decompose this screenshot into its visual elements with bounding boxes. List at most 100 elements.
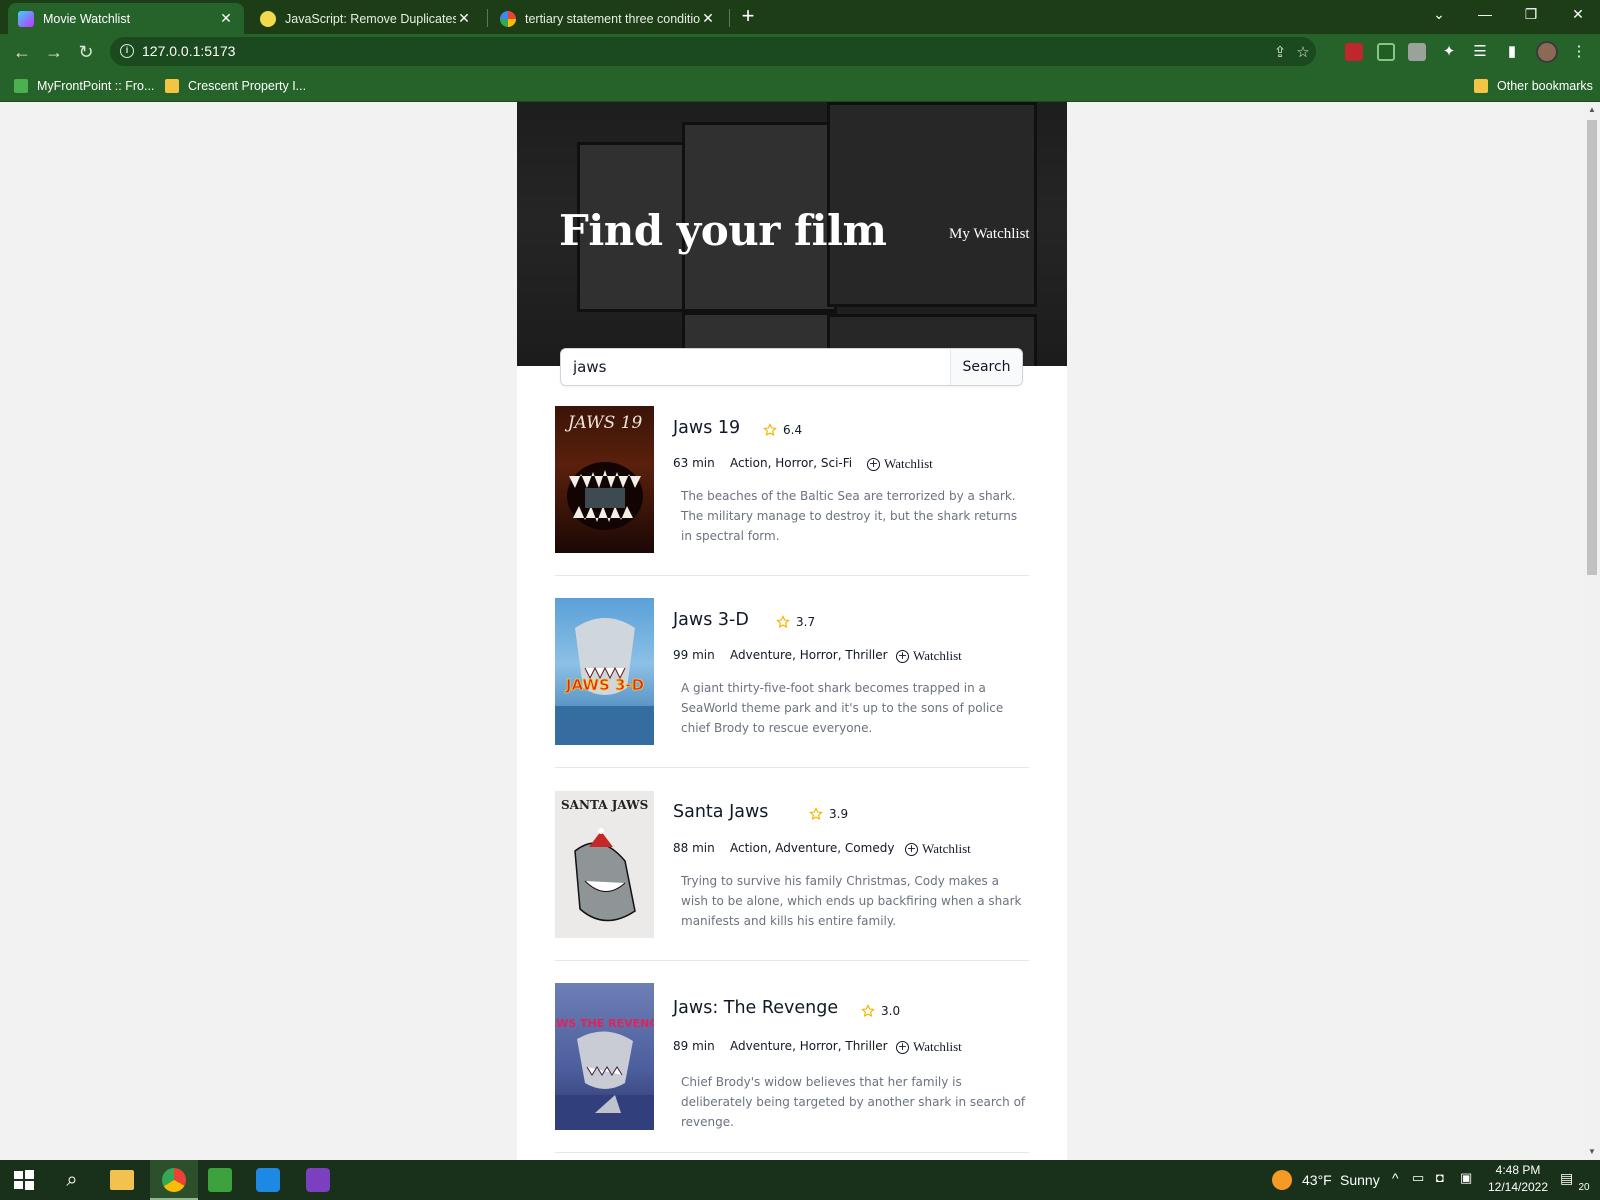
watchlist-button-label: Watchlist xyxy=(913,1039,962,1054)
my-watchlist-link[interactable]: My Watchlist xyxy=(949,226,1030,243)
bookmark-crescent-property[interactable]: Crescent Property I... xyxy=(165,76,306,96)
poster-title: JAWS 19 xyxy=(565,413,643,433)
tab-js-remove-duplicates[interactable]: JavaScript: Remove Duplicates fr ✕ xyxy=(250,3,482,34)
extension-grey-icon[interactable] xyxy=(1408,43,1426,61)
close-tab-icon[interactable]: ✕ xyxy=(218,10,234,27)
add-to-watchlist-button[interactable]: + Watchlist xyxy=(896,1039,962,1055)
movie-card: JAWS 19 Jaws 19 6.4 63 min Action, Horro… xyxy=(555,406,1029,596)
back-icon[interactable]: ← xyxy=(10,40,34,64)
movie-genres: Adventure, Horror, Thriller xyxy=(730,1039,888,1053)
hero-header: Find your film My Watchlist xyxy=(517,102,1067,366)
profile-avatar[interactable] xyxy=(1536,41,1558,63)
movie-title: Jaws: The Revenge xyxy=(673,998,839,1018)
extension-green-icon[interactable] xyxy=(1377,43,1395,61)
movie-card: JAWS 3-D Jaws 3-D 3.7 99 min Adventure, … xyxy=(555,598,1029,788)
tab-title: Movie Watchlist xyxy=(43,11,131,26)
reading-list-icon[interactable]: ☰ xyxy=(1471,43,1489,61)
star-icon xyxy=(776,615,790,629)
scroll-up-icon[interactable]: ▲ xyxy=(1588,106,1596,114)
scroll-down-icon[interactable]: ▼ xyxy=(1588,1148,1596,1156)
meet-icon[interactable]: ◘ xyxy=(1436,1170,1444,1185)
movie-poster: SANTA JAWS xyxy=(555,791,654,938)
add-to-watchlist-button[interactable]: + Watchlist xyxy=(905,841,971,857)
movie-title: Jaws 3-D xyxy=(673,610,749,630)
watchlist-button-label: Watchlist xyxy=(913,648,962,663)
menu-kebab-icon[interactable]: ⋮ xyxy=(1570,43,1588,61)
weather-temperature[interactable]: 43°F xyxy=(1302,1172,1332,1188)
card-divider xyxy=(555,575,1029,576)
page-scrollbar[interactable]: ▲ ▼ xyxy=(1584,102,1600,1160)
app-green-icon[interactable] xyxy=(208,1168,232,1192)
weather-condition[interactable]: Sunny xyxy=(1340,1172,1380,1188)
clock-time[interactable]: 4:48 PM xyxy=(1478,1163,1558,1177)
notification-icon[interactable]: ▤ xyxy=(1560,1170,1573,1187)
windows-start-icon[interactable] xyxy=(12,1168,36,1192)
address-bar[interactable]: i 127.0.0.1:5173 ⇪ ☆ xyxy=(110,37,1316,66)
clock-date[interactable]: 12/14/2022 xyxy=(1478,1180,1558,1194)
google-favicon-icon xyxy=(500,10,516,27)
movie-rating: 6.4 xyxy=(763,423,802,437)
file-explorer-icon[interactable] xyxy=(110,1170,134,1190)
bookmark-star-icon[interactable]: ☆ xyxy=(1294,44,1312,62)
scroll-thumb[interactable] xyxy=(1587,120,1597,575)
tab-separator xyxy=(487,9,488,27)
jaws-revenge-poster-art: JAWS THE REVENGE xyxy=(555,1017,654,1130)
extension-lastpass-icon[interactable] xyxy=(1345,43,1363,61)
bookmark-page-icon xyxy=(165,79,179,93)
movie-plot: A giant thirty-five-foot shark becomes t… xyxy=(681,681,1004,735)
tab-search-icon[interactable]: ⌄ xyxy=(1417,0,1461,30)
jaws-19-poster-art: JAWS 19 xyxy=(565,413,643,530)
search-input[interactable] xyxy=(561,349,950,385)
notification-count: 20 xyxy=(1578,1182,1590,1193)
movie-rating: 3.7 xyxy=(776,615,815,629)
side-panel-icon[interactable]: ▮ xyxy=(1503,43,1521,61)
movie-plot: Chief Brody's widow believes that her fa… xyxy=(681,1075,1026,1129)
reload-icon[interactable]: ↻ xyxy=(74,40,98,64)
network-icon[interactable]: ▭ xyxy=(1412,1170,1424,1186)
other-bookmarks[interactable]: Other bookmarks xyxy=(1474,76,1593,96)
close-tab-icon[interactable]: ✕ xyxy=(700,10,716,27)
minimize-icon[interactable]: — xyxy=(1463,0,1507,30)
extensions-puzzle-icon[interactable]: ✦ xyxy=(1440,43,1458,61)
tab-tertiary-statement[interactable]: tertiary statement three condition ✕ xyxy=(490,3,726,34)
rating-value: 6.4 xyxy=(783,423,803,437)
search-icon[interactable]: ⌕ xyxy=(60,1168,84,1192)
plus-circle-icon: + xyxy=(867,456,880,471)
page-viewport: Find your film My Watchlist Search JAWS … xyxy=(0,102,1584,1160)
add-to-watchlist-button[interactable]: + Watchlist xyxy=(867,456,933,472)
plus-circle-icon: + xyxy=(896,1039,909,1054)
santa-jaws-poster-art: SANTA JAWS xyxy=(561,798,648,922)
movie-rating: 3.0 xyxy=(861,1004,900,1018)
github-desktop-icon[interactable] xyxy=(306,1168,330,1192)
movie-runtime: 88 min xyxy=(673,841,715,855)
new-tab-icon[interactable]: + xyxy=(736,5,760,29)
rating-value: 3.7 xyxy=(796,615,816,629)
vscode-icon[interactable] xyxy=(256,1168,280,1192)
close-tab-icon[interactable]: ✕ xyxy=(456,10,472,27)
chrome-icon[interactable] xyxy=(162,1168,186,1192)
forward-icon[interactable]: → xyxy=(42,40,66,64)
search-bar: Search xyxy=(560,348,1023,386)
tab-title: JavaScript: Remove Duplicates fr xyxy=(285,11,456,26)
watchlist-app: Find your film My Watchlist Search JAWS … xyxy=(517,102,1067,1160)
plus-circle-icon: + xyxy=(905,841,918,856)
display-icon[interactable]: ▣ xyxy=(1460,1170,1472,1186)
add-to-watchlist-button[interactable]: + Watchlist xyxy=(896,648,962,664)
restore-icon[interactable]: ❐ xyxy=(1509,0,1553,30)
search-button[interactable]: Search xyxy=(950,349,1022,385)
tab-movie-watchlist[interactable]: Movie Watchlist ✕ xyxy=(8,3,244,34)
browser-toolbar: ← → ↻ i 127.0.0.1:5173 ⇪ ☆ ✦ ☰ ▮ ⋮ xyxy=(0,34,1600,70)
tray-overflow-icon[interactable]: ^ xyxy=(1392,1170,1399,1186)
bookmarks-bar: MyFrontPoint :: Fro... Crescent Property… xyxy=(0,70,1600,102)
site-info-icon[interactable]: i xyxy=(120,44,134,58)
page-title: Find your film xyxy=(559,206,887,255)
rating-value: 3.0 xyxy=(881,1004,901,1018)
bookmark-label: MyFrontPoint :: Fro... xyxy=(37,79,155,93)
close-window-icon[interactable]: ✕ xyxy=(1556,0,1600,30)
poster-title: SANTA JAWS xyxy=(561,798,648,812)
movie-plot: Trying to survive his family Christmas, … xyxy=(681,874,1022,928)
poster-title: JAWS THE REVENGE xyxy=(555,1017,654,1030)
bookmark-myfrontpoint[interactable]: MyFrontPoint :: Fro... xyxy=(14,76,154,96)
plus-circle-icon: + xyxy=(896,648,909,663)
share-icon[interactable]: ⇪ xyxy=(1271,44,1289,62)
